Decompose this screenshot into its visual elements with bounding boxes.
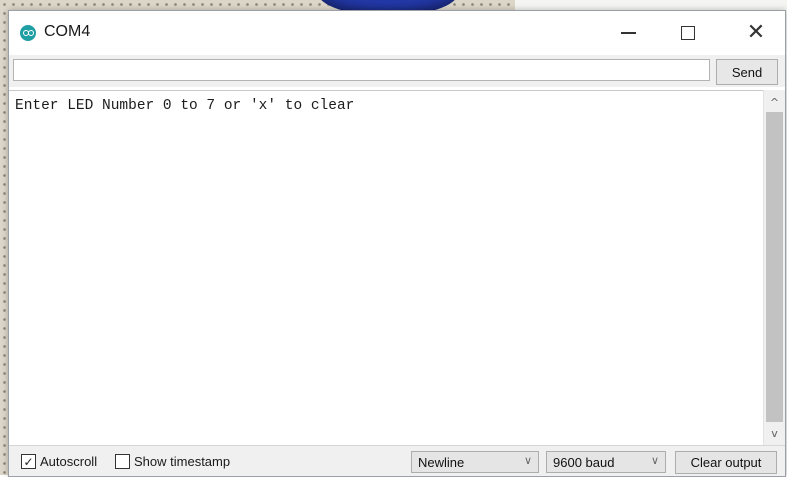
autoscroll-label: Autoscroll xyxy=(40,454,98,469)
maximize-icon xyxy=(681,26,695,40)
chevron-down-icon: ∨ xyxy=(523,454,532,467)
autoscroll-checkbox[interactable]: ✓ xyxy=(21,454,36,469)
title-bar[interactable]: COM4 ✕ xyxy=(9,11,785,55)
chevron-down-icon: ∨ xyxy=(650,454,659,467)
output-line: Enter LED Number 0 to 7 or 'x' to clear xyxy=(15,98,355,114)
baud-rate-value: 9600 baud xyxy=(553,455,615,470)
minimize-icon xyxy=(620,32,636,34)
arduino-icon xyxy=(20,25,36,41)
send-bar: Send xyxy=(9,55,785,87)
timestamp-checkbox[interactable] xyxy=(115,454,130,469)
close-icon: ✕ xyxy=(746,20,766,45)
clear-output-button[interactable]: Clear output xyxy=(675,451,777,474)
timestamp-toggle[interactable]: Show timestamp xyxy=(115,454,230,469)
maximize-button[interactable] xyxy=(665,15,711,51)
autoscroll-toggle[interactable]: ✓ Autoscroll xyxy=(21,454,97,469)
scroll-down-icon[interactable]: v xyxy=(764,423,785,443)
scroll-up-icon[interactable]: ^ xyxy=(764,92,785,112)
serial-output-area[interactable]: Enter LED Number 0 to 7 or 'x' to clear xyxy=(9,90,763,445)
vertical-scrollbar[interactable]: ^ v xyxy=(763,90,785,445)
scrollbar-thumb[interactable] xyxy=(766,112,783,422)
line-ending-value: Newline xyxy=(418,455,465,470)
checkmark-icon: ✓ xyxy=(23,454,34,469)
line-ending-dropdown[interactable]: Newline ∨ xyxy=(411,451,539,473)
close-button[interactable]: ✕ xyxy=(733,15,779,51)
timestamp-label: Show timestamp xyxy=(134,454,231,469)
minimize-button[interactable] xyxy=(605,15,651,51)
send-button[interactable]: Send xyxy=(716,59,778,85)
serial-monitor-window: COM4 ✕ Send Enter LED Number 0 to 7 or '… xyxy=(8,10,786,477)
window-title: COM4 xyxy=(44,23,91,40)
baud-rate-dropdown[interactable]: 9600 baud ∨ xyxy=(546,451,666,473)
footer-bar: ✓ Autoscroll Show timestamp Newline ∨ 96… xyxy=(9,445,785,476)
serial-input-field[interactable] xyxy=(13,59,710,81)
